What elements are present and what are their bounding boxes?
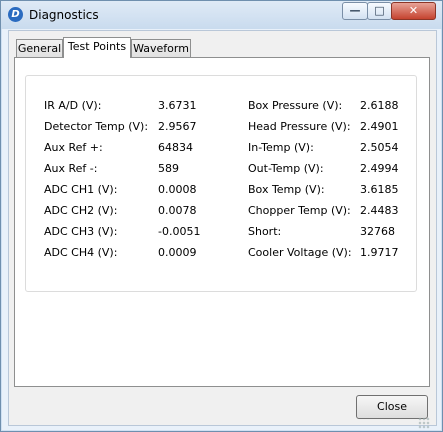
adc-ch1-label: ADC CH1 (V): xyxy=(44,183,118,196)
chopper-temp-value: 2.4483 xyxy=(360,204,399,217)
box-temp-value: 3.6185 xyxy=(360,183,399,196)
diagnostics-window: D Diagnostics — □ ✕ General Test Points … xyxy=(0,0,443,432)
adc-ch1-value: 0.0008 xyxy=(158,183,197,196)
cooler-voltage-label: Cooler Voltage (V): xyxy=(248,246,352,259)
cooler-voltage-value: 1.9717 xyxy=(360,246,399,259)
window-title: Diagnostics xyxy=(29,8,99,22)
adc-ch2-label: ADC CH2 (V): xyxy=(44,204,118,217)
client-area: General Test Points Waveform IR A/D (V):… xyxy=(8,30,437,426)
aux-ref-plus-value: 64834 xyxy=(158,141,193,154)
tab-waveform[interactable]: Waveform xyxy=(131,39,191,57)
head-pressure-label: Head Pressure (V): xyxy=(248,120,351,133)
aux-ref-minus-label: Aux Ref -: xyxy=(44,162,98,175)
box-pressure-value: 2.6188 xyxy=(360,99,399,112)
chopper-temp-label: Chopper Temp (V): xyxy=(248,204,351,217)
head-pressure-value: 2.4901 xyxy=(360,120,399,133)
tab-test-points[interactable]: Test Points xyxy=(63,37,131,58)
adc-ch2-value: 0.0078 xyxy=(158,204,197,217)
minimize-button[interactable]: — xyxy=(342,2,368,20)
detector-temp-value: 2.9567 xyxy=(158,120,197,133)
app-icon: D xyxy=(8,7,23,22)
adc-ch4-value: 0.0009 xyxy=(158,246,197,259)
aux-ref-plus-label: Aux Ref +: xyxy=(44,141,103,154)
ir-ad-label: IR A/D (V): xyxy=(44,99,102,112)
in-temp-label: In-Temp (V): xyxy=(248,141,314,154)
adc-ch4-label: ADC CH4 (V): xyxy=(44,246,118,259)
adc-ch3-label: ADC CH3 (V): xyxy=(44,225,118,238)
close-button[interactable]: Close xyxy=(356,395,428,419)
short-value: 32768 xyxy=(360,225,395,238)
out-temp-label: Out-Temp (V): xyxy=(248,162,324,175)
title-bar[interactable]: D Diagnostics — □ ✕ xyxy=(1,1,442,29)
test-points-panel: IR A/D (V): 3.6731 Detector Temp (V): 2.… xyxy=(14,57,430,387)
short-label: Short: xyxy=(248,225,282,238)
resize-grip[interactable] xyxy=(418,417,430,429)
box-temp-label: Box Temp (V): xyxy=(248,183,325,196)
in-temp-value: 2.5054 xyxy=(360,141,399,154)
test-points-group: IR A/D (V): 3.6731 Detector Temp (V): 2.… xyxy=(25,75,417,292)
ir-ad-value: 3.6731 xyxy=(158,99,197,112)
tab-general[interactable]: General xyxy=(16,39,63,57)
maximize-button[interactable]: □ xyxy=(367,2,392,20)
adc-ch3-value: -0.0051 xyxy=(158,225,201,238)
detector-temp-label: Detector Temp (V): xyxy=(44,120,149,133)
out-temp-value: 2.4994 xyxy=(360,162,399,175)
aux-ref-minus-value: 589 xyxy=(158,162,179,175)
box-pressure-label: Box Pressure (V): xyxy=(248,99,343,112)
close-window-button[interactable]: ✕ xyxy=(391,2,436,20)
